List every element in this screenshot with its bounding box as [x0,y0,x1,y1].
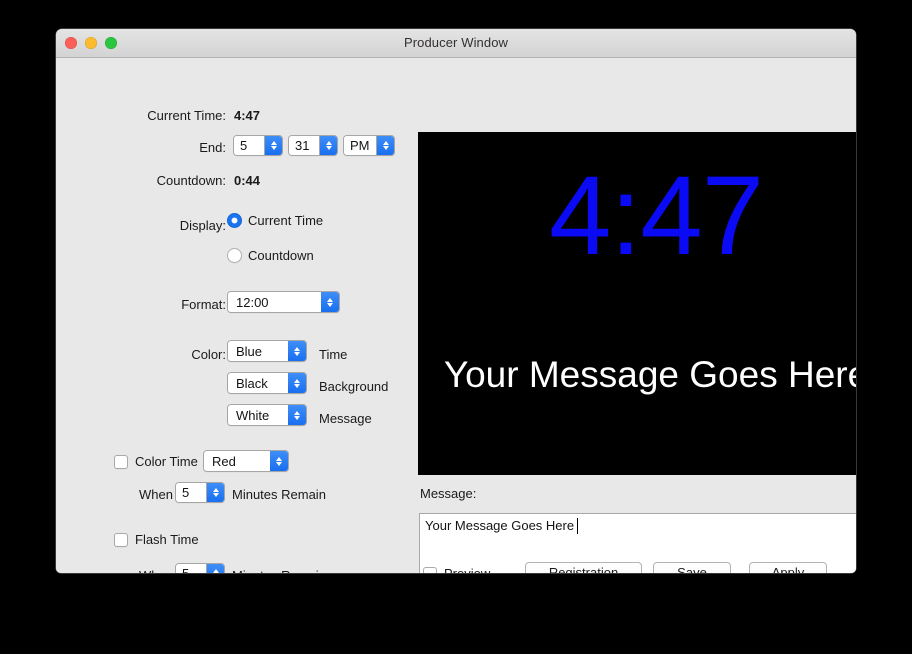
color-time-when-label: When [139,487,173,502]
checkbox-unchecked-icon[interactable] [114,455,128,469]
chevron-down-icon [294,384,300,388]
stepper-down-arrow-icon[interactable] [326,146,332,150]
color-time-caption: Time [319,347,347,362]
save-button[interactable]: Save [653,562,731,573]
chevron-down-icon [327,303,333,307]
flash-time-minutes-stepper[interactable]: 5 [175,563,225,573]
color-message-popup[interactable]: White [227,404,307,426]
chevron-up-icon [327,298,333,302]
stepper-up-arrow-icon[interactable] [213,488,219,492]
checkbox-label-color-time: Color Time [135,454,198,469]
radio-label-countdown: Countdown [248,248,314,263]
radio-display-current-time[interactable]: Current Time [227,213,323,228]
current-time-value: 4:47 [234,108,260,123]
format-popup-chevron-icon[interactable] [321,292,339,312]
color-time-minutes-value: 5 [176,483,206,502]
end-meridiem-stepper[interactable]: PM [343,135,395,156]
stepper-up-arrow-icon[interactable] [383,141,389,145]
color-time-alert-popup[interactable]: Red [203,450,289,472]
radio-selected-icon[interactable] [227,213,242,228]
radio-display-countdown[interactable]: Countdown [227,248,314,263]
color-background-popup[interactable]: Black [227,372,307,394]
message-input-value: Your Message Goes Here [425,518,574,533]
chevron-up-icon [276,457,282,461]
checkbox-preview[interactable]: Preview [423,566,490,573]
end-hour-stepper[interactable]: 5 [233,135,283,156]
checkbox-label-flash-time: Flash Time [135,532,199,547]
color-message-value: White [228,405,288,425]
color-message-caption: Message [319,411,372,426]
checkbox-flash-time[interactable]: Flash Time [114,532,199,547]
clock-preview-panel: 4:47 Your Message Goes Here [418,132,856,475]
preview-time-display: 4:47 [418,160,856,272]
producer-window: Producer Window Current Time: 4:47 End: … [56,29,856,573]
stepper-up-arrow-icon[interactable] [213,569,219,573]
end-minute-stepper[interactable]: 31 [288,135,338,156]
stepper-up-arrow-icon[interactable] [271,141,277,145]
chevron-up-icon [294,411,300,415]
color-time-minutes-remain-label: Minutes Remain [232,487,326,502]
chevron-down-icon [294,416,300,420]
chevron-down-icon [294,352,300,356]
display-label: Display: [96,218,226,233]
window-titlebar[interactable]: Producer Window [56,29,856,58]
countdown-label: Countdown: [78,173,226,188]
flash-time-minutes-remain-label: Minutes Remain [232,568,326,573]
checkbox-unchecked-icon[interactable] [423,567,437,574]
registration-button[interactable]: Registration [525,562,642,573]
flash-time-minutes-value: 5 [176,564,206,573]
radio-label-current-time: Current Time [248,213,323,228]
color-background-value: Black [228,373,288,393]
stepper-down-arrow-icon[interactable] [213,493,219,497]
message-label: Message: [420,486,476,501]
preview-message-display: Your Message Goes Here [418,354,856,396]
color-time-popup-chevron-icon[interactable] [288,341,306,361]
window-content: Current Time: 4:47 End: 5 31 PM [56,58,856,573]
stepper-up-arrow-icon[interactable] [326,141,332,145]
color-message-popup-chevron-icon[interactable] [288,405,306,425]
chevron-down-icon [276,462,282,466]
color-background-popup-chevron-icon[interactable] [288,373,306,393]
current-time-label: Current Time: [96,108,226,123]
checkbox-unchecked-icon[interactable] [114,533,128,547]
end-hour-stepper-arrows[interactable] [264,136,282,155]
stepper-down-arrow-icon[interactable] [271,146,277,150]
end-minute-stepper-arrows[interactable] [319,136,337,155]
chevron-up-icon [294,379,300,383]
stepper-down-arrow-icon[interactable] [383,146,389,150]
countdown-value: 0:44 [234,173,260,188]
color-time-popup[interactable]: Blue [227,340,307,362]
format-label: Format: [96,297,226,312]
end-meridiem-stepper-arrows[interactable] [376,136,394,155]
color-background-caption: Background [319,379,388,394]
end-hour-value: 5 [234,136,264,155]
chevron-up-icon [294,347,300,351]
radio-unselected-icon[interactable] [227,248,242,263]
checkbox-color-time[interactable]: Color Time [114,454,198,469]
format-popup[interactable]: 12:00 [227,291,340,313]
flash-time-minutes-stepper-arrows[interactable] [206,564,224,573]
color-time-alert-popup-chevron-icon[interactable] [270,451,288,471]
flash-time-when-label: When [139,568,173,573]
color-time-minutes-stepper-arrows[interactable] [206,483,224,502]
end-minute-value: 31 [289,136,319,155]
end-meridiem-value: PM [344,136,376,155]
color-time-minutes-stepper[interactable]: 5 [175,482,225,503]
window-title: Producer Window [56,35,856,50]
apply-button[interactable]: Apply [749,562,827,573]
color-time-value: Blue [228,341,288,361]
color-label: Color: [96,347,226,362]
format-value: 12:00 [228,292,321,312]
text-caret [577,518,578,534]
color-time-alert-value: Red [204,451,270,471]
checkbox-label-preview: Preview [444,566,490,573]
end-label: End: [96,140,226,155]
